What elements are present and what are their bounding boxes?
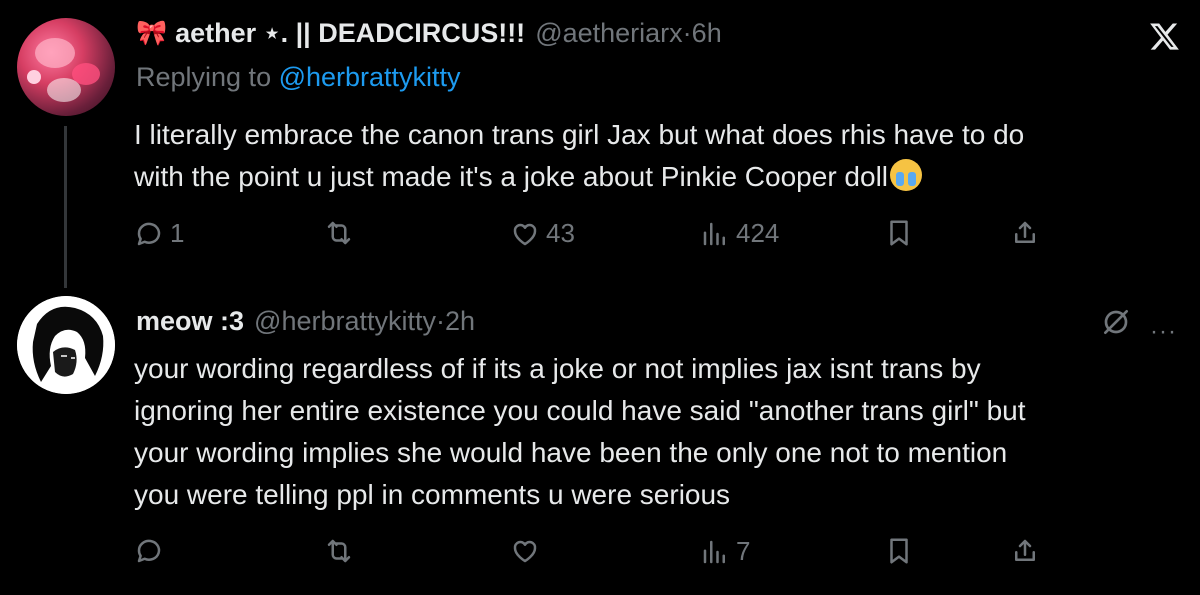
views-button[interactable]: 7 xyxy=(700,536,750,567)
replying-to: Replying to @herbrattykitty xyxy=(136,62,461,93)
tweet-text-line: your wording regardless of if its a joke… xyxy=(134,353,981,384)
views-icon xyxy=(703,540,725,563)
separator-dot: · xyxy=(682,17,692,48)
tweet-text-line: ignoring her entire existence you could … xyxy=(134,395,1026,426)
loudly-crying-face-icon xyxy=(890,159,923,191)
bookmark-button[interactable] xyxy=(884,218,914,248)
timestamp[interactable]: 2h xyxy=(445,306,475,337)
like-count: 43 xyxy=(546,218,575,248)
retweet-button[interactable] xyxy=(324,218,360,248)
reply-button[interactable] xyxy=(134,536,170,566)
tweet-text-line: with the point u just made it's a joke a… xyxy=(134,161,889,192)
like-button[interactable] xyxy=(510,536,546,566)
avatar-image xyxy=(17,296,115,394)
retweet-icon xyxy=(327,221,351,245)
retweet-icon xyxy=(327,539,351,563)
avatar[interactable] xyxy=(17,18,115,116)
bookmark-button[interactable] xyxy=(884,536,914,566)
heart-icon xyxy=(513,540,537,563)
tweet-text-line: your wording implies she would have been… xyxy=(134,437,1008,468)
tweet-header: meow :3 @herbrattykitty · 2h xyxy=(136,304,475,338)
views-button[interactable]: 424 xyxy=(700,218,779,249)
separator-dot: · xyxy=(436,305,445,336)
view-count: 7 xyxy=(736,536,751,566)
views-icon xyxy=(703,222,725,245)
share-button[interactable] xyxy=(1010,218,1040,248)
share-icon xyxy=(1015,539,1035,561)
reply-count: 1 xyxy=(170,218,185,248)
bow-emoji: 🎀 xyxy=(136,18,168,47)
bookmark-icon xyxy=(890,220,908,246)
x-logo-icon[interactable] xyxy=(1147,20,1181,54)
thread-connector xyxy=(64,126,67,288)
more-options-icon[interactable]: ··· xyxy=(1150,318,1177,346)
tweet-text: your wording regardless of if its a joke… xyxy=(134,348,1144,516)
user-handle[interactable]: @aetheriarx xyxy=(535,18,682,49)
retweet-button[interactable] xyxy=(324,536,360,566)
user-handle[interactable]: @herbrattykitty xyxy=(254,306,436,337)
reply-icon xyxy=(137,222,161,245)
tweet-text-line: you were telling ppl in comments u were … xyxy=(134,479,731,510)
avatar[interactable] xyxy=(17,296,115,394)
bookmark-icon xyxy=(890,538,908,564)
share-button[interactable] xyxy=(1010,536,1040,566)
share-icon xyxy=(1015,221,1035,243)
replying-prefix: Replying to xyxy=(136,62,279,92)
heart-icon xyxy=(513,223,537,245)
replying-mention-link[interactable]: @herbrattykitty xyxy=(279,62,461,92)
timestamp[interactable]: 6h xyxy=(692,18,722,49)
tweet-text: I literally embrace the canon trans girl… xyxy=(134,114,1144,198)
tweet-text-line: I literally embrace the canon trans girl… xyxy=(134,119,1025,150)
grok-icon[interactable] xyxy=(1100,306,1132,338)
reply-icon xyxy=(137,539,161,563)
reply-button[interactable]: 1 xyxy=(134,218,184,249)
display-name[interactable]: aether ⋆. || DEADCIRCUS!!! xyxy=(175,18,525,49)
like-button[interactable]: 43 xyxy=(510,218,575,249)
display-name[interactable]: meow :3 xyxy=(136,306,244,337)
tweet-header: 🎀 aether ⋆. || DEADCIRCUS!!! @aetheriarx… xyxy=(136,16,722,50)
view-count: 424 xyxy=(736,218,780,248)
